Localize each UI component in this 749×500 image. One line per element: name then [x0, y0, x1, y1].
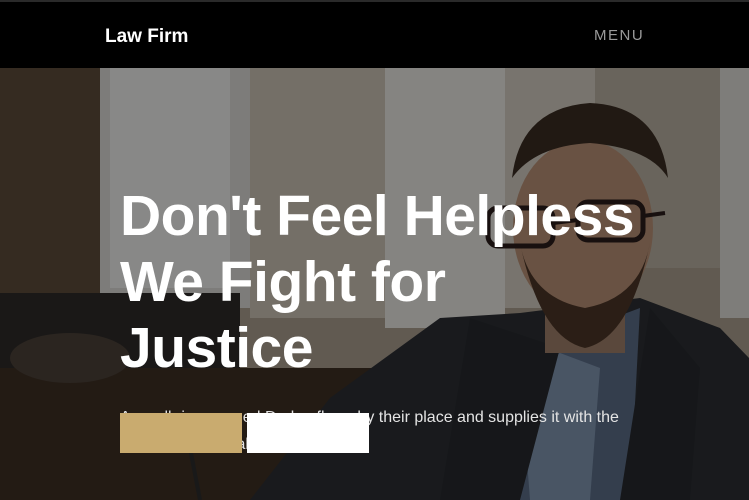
hero-title: Don't Feel Helpless We Fight for Justice: [120, 183, 680, 381]
menu-button[interactable]: MENU: [594, 27, 644, 44]
hero-title-line-2: We Fight for: [120, 250, 446, 314]
primary-cta-button[interactable]: [120, 413, 242, 453]
navbar: Law Firm MENU: [0, 0, 749, 68]
secondary-cta-button[interactable]: [247, 413, 369, 453]
hero-section: Don't Feel Helpless We Fight for Justice…: [0, 68, 749, 500]
brand-logo-link[interactable]: Law Firm: [105, 26, 188, 48]
hero-title-line-1: Don't Feel Helpless: [120, 184, 635, 248]
hero-title-line-3: Justice: [120, 316, 313, 380]
